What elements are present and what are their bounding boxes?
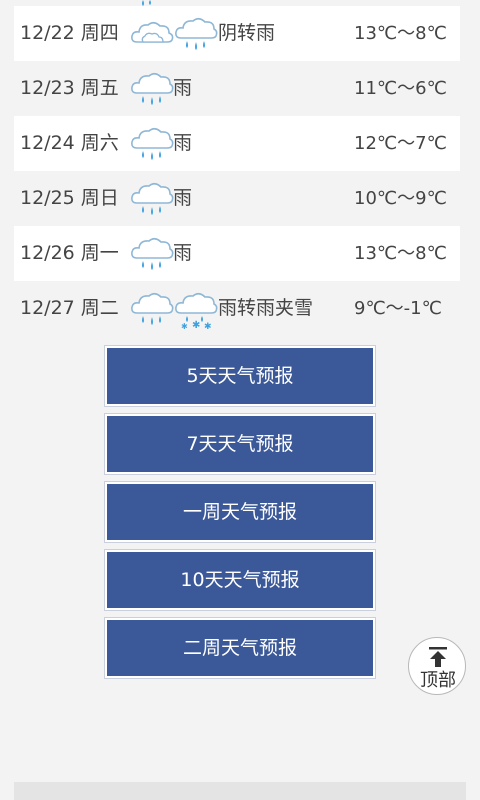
rain-icon: [131, 237, 174, 270]
rain-icon: [175, 17, 218, 50]
svg-text:✱: ✱: [204, 322, 212, 331]
rain-icon: [131, 72, 174, 105]
forecast-temp: 11℃～6℃: [354, 78, 447, 99]
forecast-list: 12/22 周四 阴转雨 13℃～8℃ 12/23 周五 雨 11℃～6℃ 12…: [14, 6, 460, 336]
forecast-condition: 雨: [173, 77, 193, 99]
forecast-date: 12/27 周二: [20, 297, 119, 319]
svg-text:✱: ✱: [192, 320, 200, 331]
rain-icon: [131, 182, 174, 215]
forecast-condition: 雨: [173, 187, 193, 209]
sleet-icon: ✱ ✱ ✱: [175, 292, 218, 331]
back-to-top-button[interactable]: 顶部: [408, 637, 466, 695]
forecast-condition: 雨: [173, 242, 193, 264]
forecast-date: 12/23 周五: [20, 77, 119, 99]
forecast-temp: 10℃～9℃: [354, 188, 447, 209]
forecast-temp: 9℃～-1℃: [354, 298, 442, 319]
five-day-forecast-button[interactable]: 5天天气预报: [104, 345, 376, 407]
seven-day-forecast-button[interactable]: 7天天气预报: [104, 413, 376, 475]
forecast-condition: 雨: [173, 132, 193, 154]
forecast-range-buttons: 5天天气预报 7天天气预报 一周天气预报 10天天气预报 二周天气预报: [104, 345, 376, 686]
two-week-forecast-button[interactable]: 二周天气预报: [104, 617, 376, 679]
cloudy-icon: [131, 21, 174, 43]
svg-text:✱: ✱: [181, 322, 188, 331]
forecast-row[interactable]: 12/23 周五 雨 11℃～6℃: [14, 61, 460, 116]
forecast-date: 12/22 周四: [20, 22, 119, 44]
rain-icon: [131, 292, 174, 325]
weather-icons: [129, 12, 224, 56]
forecast-row[interactable]: 12/22 周四 阴转雨 13℃～8℃: [14, 6, 460, 61]
forecast-date: 12/25 周日: [20, 187, 119, 209]
rain-icon: [131, 127, 174, 160]
forecast-row[interactable]: 12/27 周二 ✱ ✱ ✱ 雨转雨夹雪 9℃～-1℃: [14, 281, 460, 336]
back-to-top-label: 顶部: [420, 670, 456, 691]
one-week-forecast-button[interactable]: 一周天气预报: [104, 481, 376, 543]
bottom-bar: [14, 782, 466, 800]
forecast-temp: 13℃～8℃: [354, 23, 447, 44]
weather-icons: ✱ ✱ ✱: [129, 287, 224, 331]
forecast-date: 12/26 周一: [20, 242, 119, 264]
forecast-row[interactable]: 12/24 周六 雨 12℃～7℃: [14, 116, 460, 171]
forecast-condition: 雨转雨夹雪: [218, 297, 314, 319]
forecast-temp: 12℃～7℃: [354, 133, 447, 154]
ten-day-forecast-button[interactable]: 10天天气预报: [104, 549, 376, 611]
forecast-condition: 阴转雨: [218, 22, 276, 44]
forecast-row[interactable]: 12/26 周一 雨 13℃～8℃: [14, 226, 460, 281]
forecast-page: 12/22 周四 阴转雨 13℃～8℃ 12/23 周五 雨 11℃～6℃ 12…: [0, 0, 480, 800]
forecast-row[interactable]: 12/25 周日 雨 10℃～9℃: [14, 171, 460, 226]
forecast-temp: 13℃～8℃: [354, 243, 447, 264]
forecast-date: 12/24 周六: [20, 132, 119, 154]
arrow-up-icon: [429, 647, 447, 667]
